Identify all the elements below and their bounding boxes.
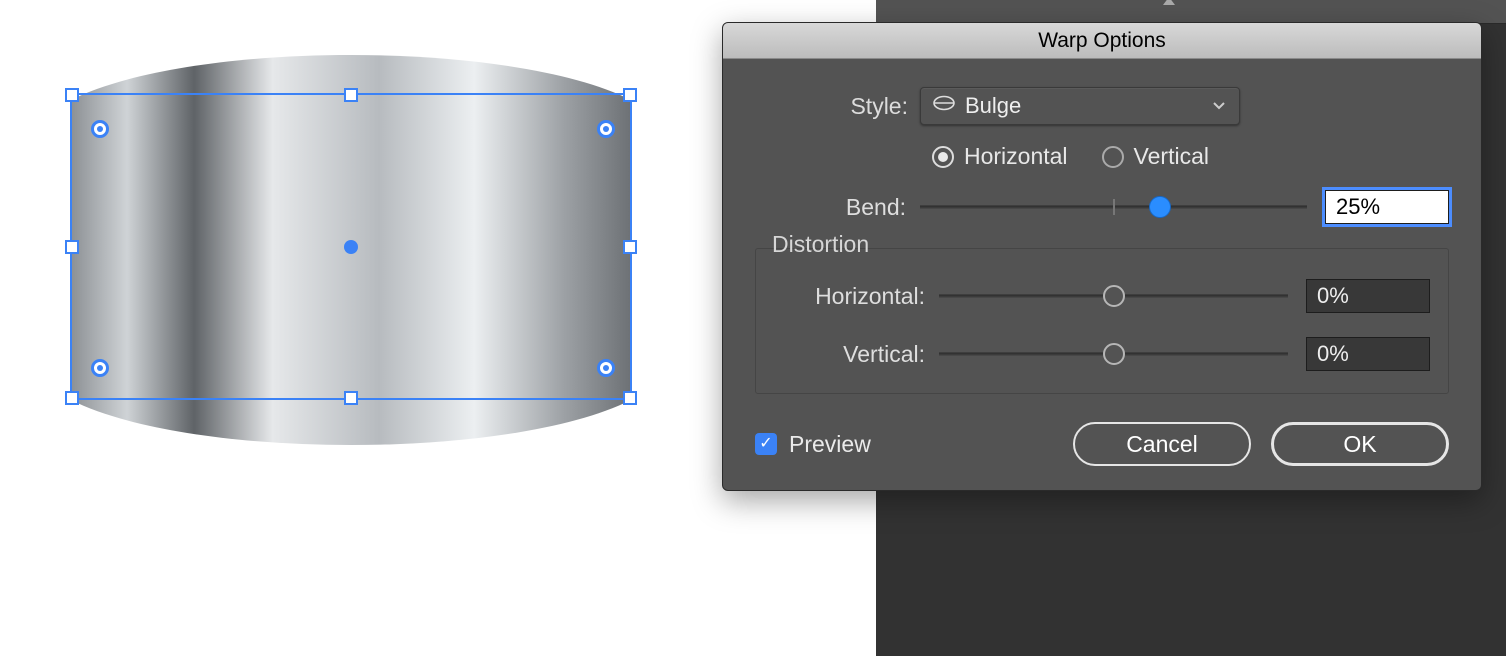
- distortion-v-input[interactable]: [1306, 337, 1430, 371]
- resize-handle-n[interactable]: [344, 88, 358, 102]
- orientation-horizontal-radio[interactable]: Horizontal: [932, 143, 1068, 170]
- resize-handle-sw[interactable]: [65, 391, 79, 405]
- bend-slider[interactable]: [920, 193, 1307, 221]
- style-value: Bulge: [965, 93, 1021, 119]
- resize-handle-nw[interactable]: [65, 88, 79, 102]
- dialog-title: Warp Options: [1038, 29, 1166, 52]
- selection-center[interactable]: [344, 240, 358, 254]
- distortion-v-label: Vertical:: [774, 341, 939, 368]
- distortion-v-thumb[interactable]: [1103, 343, 1125, 365]
- resize-handle-se[interactable]: [623, 391, 637, 405]
- distortion-h-label: Horizontal:: [774, 283, 939, 310]
- anchor-point-br[interactable]: [597, 359, 615, 377]
- artboard-canvas[interactable]: [0, 0, 720, 656]
- dialog-titlebar[interactable]: Warp Options: [723, 23, 1481, 59]
- anchor-point-tl[interactable]: [91, 120, 109, 138]
- checkmark-icon: ✓: [755, 433, 777, 455]
- radio-icon: [1102, 146, 1124, 168]
- preview-checkbox[interactable]: ✓ Preview: [755, 431, 871, 458]
- anchor-point-tr[interactable]: [597, 120, 615, 138]
- radio-icon: [932, 146, 954, 168]
- preview-label: Preview: [789, 431, 871, 458]
- style-dropdown[interactable]: Bulge: [920, 87, 1240, 125]
- orientation-vertical-label: Vertical: [1134, 143, 1209, 170]
- warp-options-dialog: Warp Options Style: Bulge: [722, 22, 1482, 491]
- distortion-h-slider[interactable]: [939, 282, 1288, 310]
- distortion-h-thumb[interactable]: [1103, 285, 1125, 307]
- selection-bounding-box[interactable]: [70, 93, 632, 400]
- bend-value-input[interactable]: [1325, 190, 1449, 224]
- distortion-v-slider[interactable]: [939, 340, 1288, 368]
- bend-label: Bend:: [755, 194, 920, 221]
- resize-handle-e[interactable]: [623, 240, 637, 254]
- orientation-vertical-radio[interactable]: Vertical: [1102, 143, 1209, 170]
- chevron-down-icon: [1211, 93, 1227, 119]
- anchor-point-bl[interactable]: [91, 359, 109, 377]
- cancel-button[interactable]: Cancel: [1073, 422, 1251, 466]
- distortion-group: Distortion Horizontal: Vertical:: [755, 248, 1449, 394]
- resize-handle-w[interactable]: [65, 240, 79, 254]
- orientation-horizontal-label: Horizontal: [964, 143, 1068, 170]
- resize-handle-ne[interactable]: [623, 88, 637, 102]
- panel-strip: K 10.1 %: [876, 0, 1506, 24]
- ok-button[interactable]: OK: [1271, 422, 1449, 466]
- bend-slider-thumb[interactable]: [1149, 196, 1171, 218]
- bulge-icon: [933, 92, 955, 120]
- resize-handle-s[interactable]: [344, 391, 358, 405]
- style-label: Style:: [755, 93, 920, 120]
- distortion-h-input[interactable]: [1306, 279, 1430, 313]
